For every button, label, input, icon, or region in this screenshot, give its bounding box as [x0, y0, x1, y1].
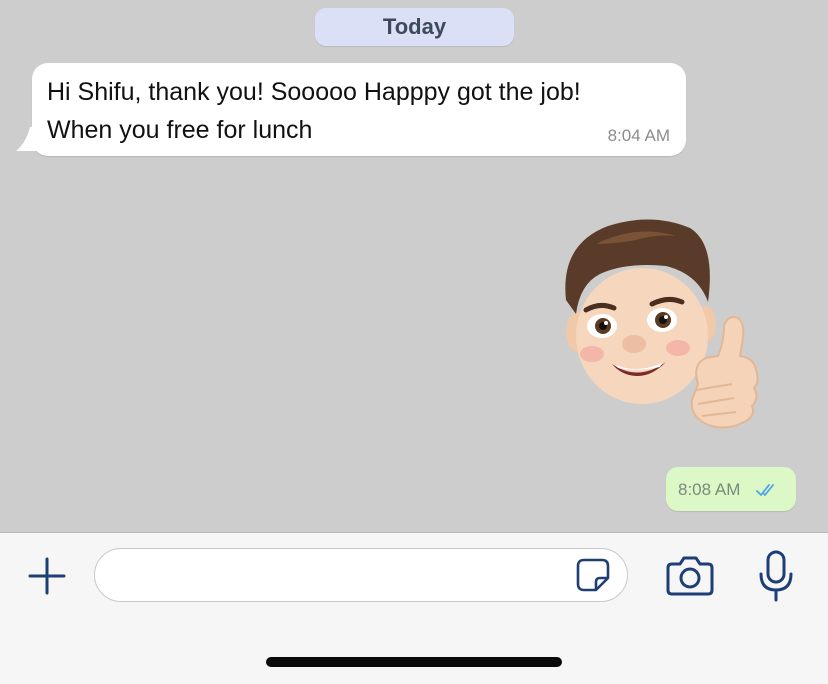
- message-composer: [0, 532, 828, 684]
- double-check-icon: [756, 484, 774, 496]
- voice-message-button[interactable]: [754, 549, 798, 603]
- message-text: Hi Shifu, thank you! Sooooo Happpy got t…: [47, 73, 677, 149]
- message-line: Hi Shifu, thank you! Sooooo Happpy got t…: [47, 78, 581, 106]
- chat-area[interactable]: Today Hi Shifu, thank you! Sooooo Happpy…: [0, 0, 828, 532]
- sticker-icon[interactable]: [575, 557, 611, 593]
- plus-icon: [28, 557, 66, 595]
- camera-icon: [666, 556, 714, 596]
- incoming-message-bubble[interactable]: Hi Shifu, thank you! Sooooo Happpy got t…: [16, 63, 686, 156]
- message-input[interactable]: [113, 557, 557, 595]
- message-timestamp: 8:04 AM: [607, 126, 670, 145]
- microphone-icon: [759, 550, 793, 602]
- message-input-field[interactable]: [94, 548, 628, 602]
- memoji-thumbs-up-sticker[interactable]: [556, 214, 764, 436]
- date-divider-label: Today: [382, 14, 447, 39]
- attach-button[interactable]: [24, 553, 70, 599]
- outgoing-message-status[interactable]: 8:08 AM: [666, 467, 796, 511]
- bubble-tail-icon: [16, 125, 44, 151]
- message-timestamp: 8:08 AM: [678, 480, 741, 499]
- home-indicator[interactable]: [266, 657, 562, 667]
- date-divider: Today: [315, 8, 514, 46]
- message-line: When you free for lunch: [47, 116, 313, 144]
- camera-button[interactable]: [664, 551, 716, 599]
